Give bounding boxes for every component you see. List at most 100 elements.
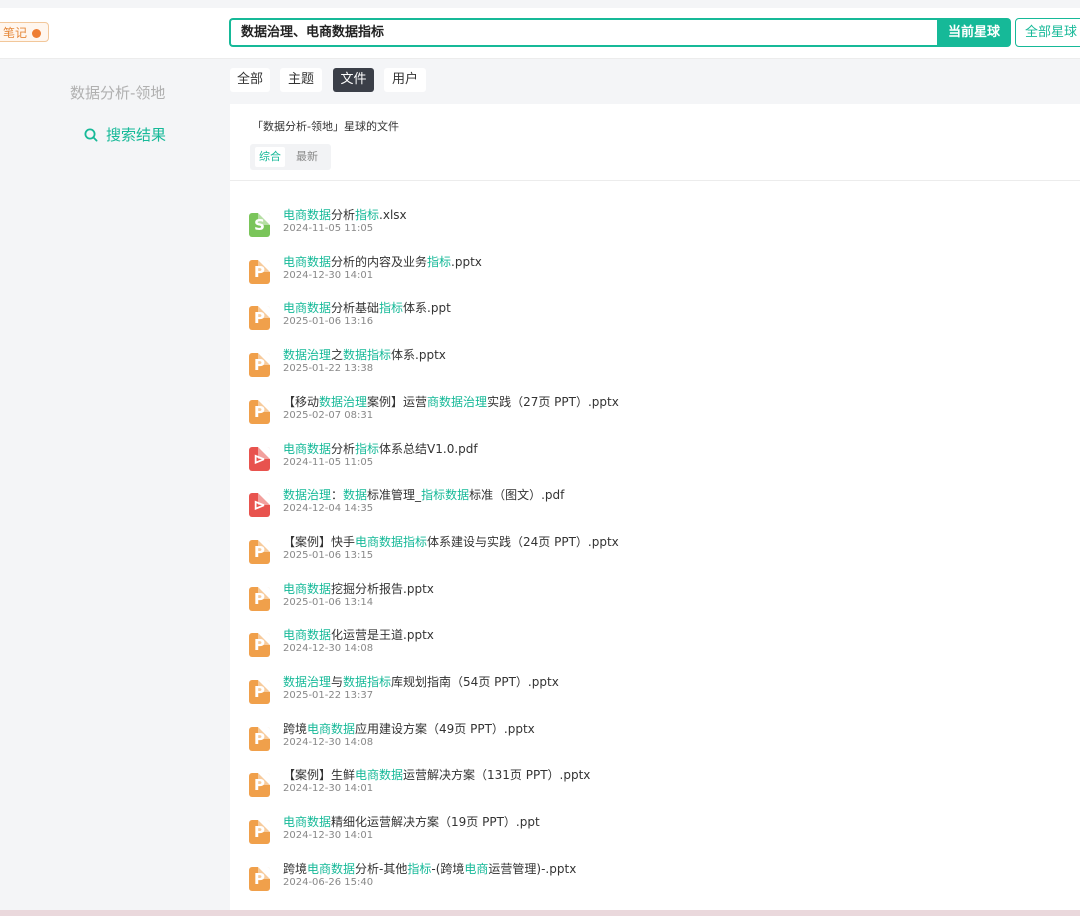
file-name-text: 体系建设与实践（24页 PPT）.pptx — [427, 534, 619, 549]
keyword-highlight: 数据治理 — [283, 488, 332, 503]
file-name-text: 运营解决方案（131页 PPT）.pptx — [403, 768, 591, 783]
file-name-text: 挖掘分析报告.pptx — [331, 581, 434, 596]
keyword-highlight: 指标 — [427, 254, 452, 269]
sidebar-item-search-results[interactable]: 搜索结果 — [84, 124, 166, 145]
file-date: 2024-11-05 11:05 — [283, 456, 374, 468]
file-name-text: 标准（图文）.pdf — [469, 488, 565, 503]
file-item[interactable]: P 【案例】快手电商数据指标体系建设与实践（24页 PPT）.pptx 2025-0… — [230, 533, 1080, 582]
keyword-highlight: 电商数据 — [283, 581, 332, 596]
keyword-highlight: 电商数据 — [283, 301, 332, 316]
all-planets-button[interactable]: 全部星球 — [1015, 18, 1080, 47]
notification-dot-icon — [32, 29, 42, 38]
file-name[interactable]: 电商数据挖掘分析报告.pptx — [283, 580, 434, 597]
notes-badge[interactable]: 笔记 — [0, 22, 50, 42]
file-name-text: 分析基础 — [331, 301, 380, 316]
file-name-text: 【案例】生鲜 — [283, 768, 356, 783]
presentation-icon: P — [249, 773, 270, 798]
keyword-highlight: 电商数据 — [283, 628, 332, 643]
tab-all[interactable]: 全部 — [230, 68, 270, 92]
file-name[interactable]: 数据治理：数据标准管理_指标数据标准（图文）.pdf — [283, 486, 564, 503]
file-name[interactable]: 【案例】生鲜电商数据运营解决方案（131页 PPT）.pptx — [283, 766, 590, 783]
file-name-text: 体系总结V1.0.pdf — [379, 441, 478, 456]
file-name-text: 之 — [331, 348, 344, 363]
file-item[interactable]: P 跨境电商数据分析-其他指标-(跨境电商运营管理)-.pptx 2024-06-2… — [230, 860, 1080, 909]
panel-title: 「数据分析-领地」星球的文件 — [252, 120, 399, 133]
file-name[interactable]: 电商数据精细化运营解决方案（19页 PPT）.ppt — [283, 813, 540, 830]
file-item[interactable]: P 电商数据精细化运营解决方案（19页 PPT）.ppt 2024-12-30 14… — [230, 813, 1080, 862]
file-date: 2025-01-06 13:15 — [283, 549, 374, 561]
file-name-text: 运营管理)-.pptx — [488, 861, 577, 876]
file-name-text: 跨境 — [283, 721, 308, 736]
file-name[interactable]: 电商数据分析基础指标体系.ppt — [283, 299, 451, 316]
presentation-icon: P — [249, 539, 270, 564]
current-planet-button[interactable]: 当前星球 — [937, 18, 1011, 47]
file-name[interactable]: 【案例】快手电商数据指标体系建设与实践（24页 PPT）.pptx — [283, 533, 619, 550]
bottom-bar — [0, 910, 1080, 916]
file-date: 2024-12-30 14:01 — [283, 269, 374, 281]
file-name-text: ： — [331, 488, 344, 503]
file-name[interactable]: 数据治理之数据指标体系.pptx — [283, 346, 446, 363]
spreadsheet-icon: S — [249, 213, 270, 237]
keyword-highlight: 电商数据 — [307, 721, 356, 736]
search-input[interactable]: 数据治理、电商数据指标 — [229, 18, 937, 47]
sort-subtabs: 综合 最新 — [250, 144, 331, 170]
divider — [230, 180, 1080, 181]
tab-users[interactable]: 用户 — [384, 68, 426, 92]
file-item[interactable]: P 数据治理与数据指标库规划指南（54页 PPT）.pptx 2025-01-22 … — [230, 673, 1080, 722]
sidebar-planet-title[interactable]: 数据分析-领地 — [70, 82, 165, 103]
keyword-highlight: 电商数据 — [283, 441, 332, 456]
file-item[interactable]: P 数据治理之数据指标体系.pptx 2025-01-22 13:38 — [230, 346, 1080, 395]
file-name-text: 案例】运营 — [367, 394, 428, 409]
keyword-highlight: 电商数据 — [283, 208, 332, 222]
file-date: 2024-11-05 11:05 — [283, 223, 374, 234]
file-name-text: 分析 — [331, 208, 356, 222]
file-name-text: 分析的内容及业务 — [331, 254, 428, 269]
file-date: 2025-01-22 13:38 — [283, 363, 374, 375]
tab-files[interactable]: 文件 — [333, 68, 374, 92]
file-item[interactable]: P 跨境电商数据应用建设方案（49页 PPT）.pptx 2024-12-30 14… — [230, 720, 1080, 769]
file-name[interactable]: 数据治理与数据指标库规划指南（54页 PPT）.pptx — [283, 673, 559, 690]
sidebar-item-label: 搜索结果 — [106, 126, 167, 144]
results-panel: 「数据分析-领地」星球的文件 综合 最新 S 电商数据分析指标.xlsx 2024-… — [230, 104, 1080, 916]
presentation-icon: P — [249, 306, 270, 331]
file-item[interactable]: P 【移动数据治理案例】运营商数据治理实践（27页 PPT）.pptx 2025-0… — [230, 393, 1080, 442]
keyword-highlight: 电商数据 — [355, 768, 404, 783]
file-date: 2024-12-30 14:01 — [283, 830, 374, 842]
file-date: 2024-12-04 14:35 — [283, 503, 374, 515]
file-item[interactable]: P 电商数据分析基础指标体系.ppt 2025-01-06 13:16 — [230, 299, 1080, 348]
keyword-highlight: 数据治理 — [283, 348, 332, 363]
file-name[interactable]: 【移动数据治理案例】运营商数据治理实践（27页 PPT）.pptx — [283, 393, 619, 410]
file-name-text: .xlsx — [379, 208, 407, 222]
pdf-icon: ⊳ — [249, 446, 270, 471]
file-date: 2024-06-26 15:40 — [283, 876, 374, 888]
file-item[interactable]: S 电商数据分析指标.xlsx 2024-11-05 11:05 — [230, 206, 1080, 255]
subtab-latest[interactable]: 最新 — [296, 144, 318, 170]
keyword-highlight: 数据治理 — [319, 394, 368, 409]
file-date: 2025-01-22 13:37 — [283, 690, 374, 701]
top-strip — [0, 0, 1080, 8]
file-item[interactable]: P 电商数据分析的内容及业务指标.pptx 2024-12-30 14:01 — [230, 253, 1080, 302]
file-date: 2025-01-06 13:14 — [283, 596, 374, 608]
file-item[interactable]: P 电商数据挖掘分析报告.pptx 2025-01-06 13:14 — [230, 580, 1080, 629]
presentation-icon: P — [249, 399, 270, 424]
file-item[interactable]: P 电商数据化运营是王道.pptx 2024-12-30 14:08 — [230, 626, 1080, 675]
subtab-comprehensive[interactable]: 综合 — [255, 147, 285, 167]
presentation-icon: P — [249, 726, 270, 751]
file-date: 2024-12-30 14:01 — [283, 783, 374, 795]
file-name[interactable]: 跨境电商数据应用建设方案（49页 PPT）.pptx — [283, 720, 535, 737]
file-item[interactable]: ⊳ 数据治理：数据标准管理_指标数据标准（图文）.pdf 2024-12-04 14… — [230, 486, 1080, 535]
keyword-highlight: 电商数据指标 — [355, 534, 428, 549]
file-name-text: 体系.pptx — [391, 348, 446, 363]
file-name[interactable]: 电商数据分析指标.xlsx — [283, 206, 407, 223]
file-name[interactable]: 电商数据分析指标体系总结V1.0.pdf — [283, 440, 478, 457]
file-item[interactable]: P 【案例】生鲜电商数据运营解决方案（131页 PPT）.pptx 2024-12-… — [230, 766, 1080, 815]
tab-topics[interactable]: 主题 — [280, 68, 322, 92]
file-name[interactable]: 跨境电商数据分析-其他指标-(跨境电商运营管理)-.pptx — [283, 860, 576, 877]
file-name[interactable]: 电商数据化运营是王道.pptx — [283, 626, 434, 643]
notes-badge-label: 笔记 — [3, 26, 28, 40]
file-item[interactable]: ⊳ 电商数据分析指标体系总结V1.0.pdf 2024-11-05 11:05 — [230, 440, 1080, 489]
file-name-text: 化运营是王道.pptx — [331, 628, 434, 643]
presentation-icon: P — [249, 866, 270, 891]
header: 笔记 数据治理、电商数据指标 当前星球 全部星球 — [0, 8, 1080, 59]
file-name[interactable]: 电商数据分析的内容及业务指标.pptx — [283, 253, 482, 270]
